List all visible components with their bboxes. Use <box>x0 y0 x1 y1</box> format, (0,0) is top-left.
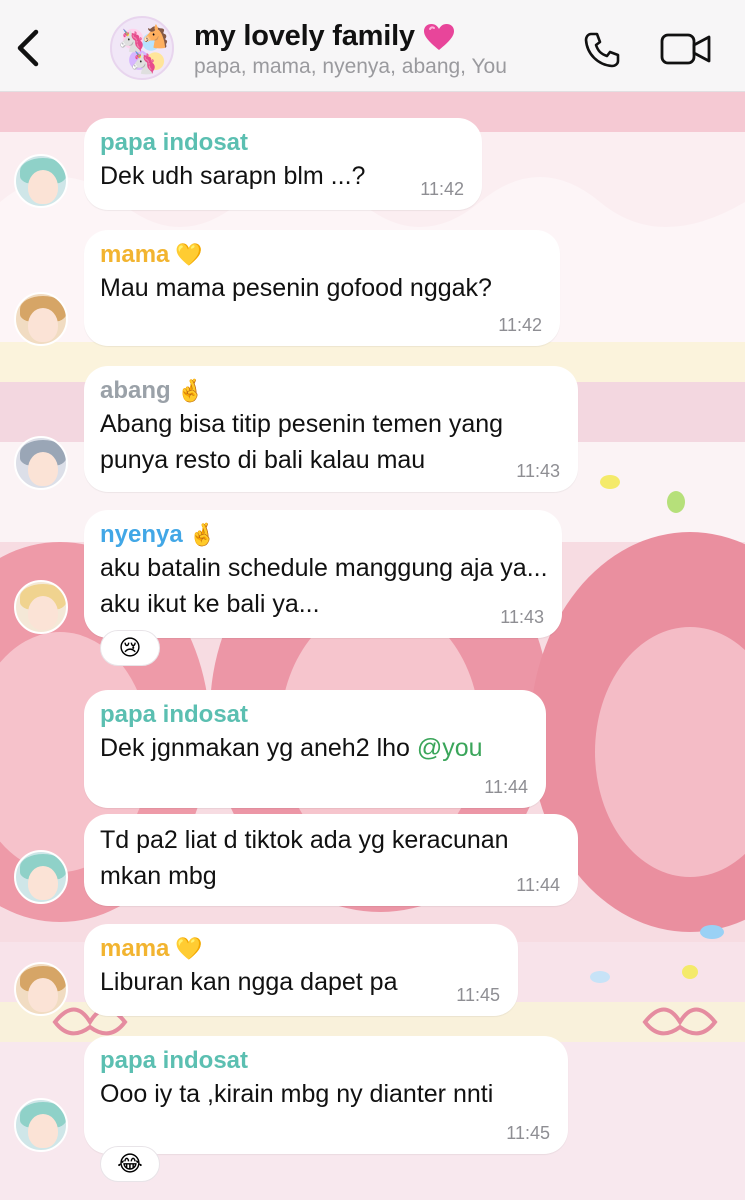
message-bubble[interactable]: papa indosat Dek udh sarapn blm ...? 11:… <box>84 118 482 210</box>
message-time: 11:43 <box>516 461 560 481</box>
avatar-mama[interactable] <box>14 962 68 1016</box>
message-time: 11:43 <box>500 607 544 627</box>
sender-label: abang <box>100 377 171 404</box>
yellow-heart-icon: 💛 <box>175 242 203 267</box>
message-list: papa indosat Dek udh sarapn blm ...? 11:… <box>0 0 745 1200</box>
chat-header: 🦄 🐴 🦄 my lovely family papa, mama, nyeny… <box>0 0 745 92</box>
message-text: Td pa2 liat d tiktok ada yg keracunan mk… <box>100 826 509 890</box>
message-bubble[interactable]: abang 🤞 Abang bisa titip pesenin temen y… <box>84 366 578 492</box>
avatar-papa[interactable] <box>14 154 68 208</box>
group-avatar[interactable]: 🦄 🐴 🦄 <box>110 16 174 80</box>
message-bubble[interactable]: mama 💛 Liburan kan ngga dapet pa 11:45 <box>84 924 518 1016</box>
pony-icon: 🦄 <box>130 50 158 75</box>
message-bubble[interactable]: nyenya 🤞 aku batalin schedule manggung a… <box>84 510 562 638</box>
chevron-left-icon <box>17 29 39 67</box>
pony-icon: 🐴 <box>142 24 170 49</box>
yellow-heart-icon: 💛 <box>175 936 203 961</box>
voice-call-button[interactable] <box>582 30 622 70</box>
pink-heart-icon <box>423 23 454 50</box>
message-time: 11:45 <box>506 1123 550 1143</box>
avatar-mama[interactable] <box>14 292 68 346</box>
message-text: Liburan kan ngga dapet pa <box>100 968 398 996</box>
phone-icon <box>584 32 620 68</box>
message-bubble[interactable]: mama 💛 Mau mama pesenin gofood nggak? 11… <box>84 230 560 346</box>
avatar-abang[interactable] <box>14 436 68 490</box>
message-bubble[interactable]: papa indosat Ooo iy ta ,kirain mbg ny di… <box>84 1036 568 1154</box>
message-bubble[interactable]: Td pa2 liat d tiktok ada yg keracunan mk… <box>84 814 578 906</box>
sender-name: papa indosat <box>100 701 249 728</box>
message-bubble[interactable]: papa indosat Dek jgnmakan yg aneh2 lho @… <box>84 690 546 808</box>
sender-name: abang 🤞 <box>100 376 560 406</box>
message-text: Abang bisa titip pesenin temen yang puny… <box>100 410 504 474</box>
message-time: 11:42 <box>420 179 464 199</box>
message-text: Dek jgnmakan yg aneh2 lho @you <box>100 730 528 766</box>
sender-label: nyenya <box>100 521 183 548</box>
sender-name: papa indosat <box>100 1047 249 1074</box>
message-text: aku batalin schedule manggung aja ya... … <box>100 554 548 618</box>
chat-members: papa, mama, nyenya, abang, You <box>194 55 507 78</box>
video-call-button[interactable] <box>660 32 712 66</box>
sender-name: mama 💛 <box>100 240 542 270</box>
video-camera-icon <box>660 33 711 65</box>
message-time: 11:45 <box>456 985 500 1005</box>
sender-name: mama 💛 <box>100 934 500 964</box>
message-time: 11:44 <box>516 875 560 895</box>
sender-name: papa indosat <box>100 129 249 156</box>
avatar-papa[interactable] <box>14 1098 68 1152</box>
message-text: Ooo iy ta ,kirain mbg ny dianter nnti <box>100 1080 494 1108</box>
message-time: 11:42 <box>498 315 542 335</box>
chat-title: my lovely family <box>194 20 415 52</box>
message-text: Dek udh sarapn blm ...? <box>100 162 366 190</box>
message-time: 11:44 <box>484 777 528 797</box>
message-text-body: Dek jgnmakan yg aneh2 lho <box>100 734 417 762</box>
reaction-badge[interactable]: 😢 <box>100 630 160 666</box>
sender-label: mama <box>100 935 170 962</box>
sender-name: nyenya 🤞 <box>100 520 544 550</box>
chat-title-row[interactable]: my lovely family <box>194 20 455 53</box>
avatar-papa[interactable] <box>14 850 68 904</box>
crossed-fingers-icon: 🤞 <box>188 522 217 547</box>
avatar-nyenya[interactable] <box>14 580 68 634</box>
reaction-badge[interactable]: 😂 <box>100 1146 160 1182</box>
crossed-fingers-icon: 🤞 <box>176 378 205 403</box>
sender-label: mama <box>100 241 170 268</box>
back-button[interactable] <box>12 26 48 70</box>
mention-link[interactable]: @you <box>417 734 483 762</box>
message-text: Mau mama pesenin gofood nggak? <box>100 274 492 302</box>
